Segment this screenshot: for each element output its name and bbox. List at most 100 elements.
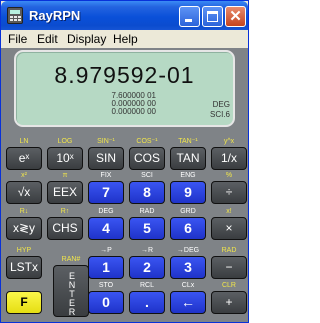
- keycap[interactable]: TAN: [170, 147, 206, 170]
- key-shift-label: SCI: [141, 172, 153, 179]
- keycap[interactable]: 1: [88, 256, 124, 279]
- key-shift-label: ENG: [180, 172, 196, 179]
- keycap[interactable]: ×: [211, 217, 247, 240]
- key-shift-label: →R: [140, 247, 154, 254]
- minimize-button[interactable]: [179, 6, 200, 27]
- key-12[interactable]: R↓ x≷y: [5, 207, 43, 241]
- key-3[interactable]: COS⁻¹ COS: [128, 137, 166, 171]
- keycap[interactable]: 2: [129, 256, 165, 279]
- key-5[interactable]: y^x 1/x: [210, 137, 248, 171]
- key-4[interactable]: TAN⁻¹ TAN: [169, 137, 207, 171]
- title-bar[interactable]: RayRPN ✕: [1, 1, 248, 30]
- keycap[interactable]: 5: [129, 217, 165, 240]
- key-shift-label: LN: [19, 138, 29, 145]
- enter-key[interactable]: RAN# ENTER: [52, 255, 90, 318]
- key-18[interactable]: HYP LSTx: [5, 246, 43, 280]
- key-17[interactable]: x! ×: [210, 207, 248, 241]
- keycap[interactable]: 3: [170, 256, 206, 279]
- format-mode: SCI.6: [209, 110, 230, 119]
- maximize-icon: [207, 11, 218, 22]
- keycap[interactable]: −: [211, 256, 247, 279]
- key-13[interactable]: R↑ CHS: [46, 207, 84, 241]
- key-20[interactable]: →R 2: [128, 246, 166, 280]
- maximize-button[interactable]: [202, 6, 223, 27]
- key-shift-label: y^x: [223, 138, 235, 145]
- key-shift-label: CLx: [181, 282, 195, 289]
- menu-display[interactable]: Display: [67, 32, 106, 46]
- key-shift-label: GRD: [180, 208, 196, 215]
- key-0[interactable]: LN eˣ: [5, 137, 43, 171]
- keycap[interactable]: COS: [129, 147, 165, 170]
- key-shift-label: TAN⁻¹: [178, 138, 198, 145]
- keycap[interactable]: F: [6, 291, 42, 314]
- key-shift-label: %: [225, 172, 233, 179]
- key-24[interactable]: STO 0: [87, 281, 125, 315]
- keycap[interactable]: 9: [170, 181, 206, 204]
- keycap[interactable]: .: [129, 291, 165, 314]
- enter-shift-label: RAN#: [61, 256, 81, 263]
- keycap[interactable]: 8: [129, 181, 165, 204]
- key-15[interactable]: RAD 5: [128, 207, 166, 241]
- key-shift-label: [5, 281, 43, 291]
- keycap[interactable]: CHS: [47, 217, 83, 240]
- keycap[interactable]: LSTx: [6, 256, 42, 279]
- close-icon: ✕: [229, 8, 242, 25]
- stack-registers: 7.600000 01 0.000000 00 0.000000 00: [56, 92, 157, 116]
- app-window: RayRPN ✕ File Edit Display Help 8.979592…: [0, 0, 249, 323]
- key-27[interactable]: CLR +: [210, 281, 248, 315]
- key-shift-label: COS⁻¹: [136, 138, 158, 145]
- key-shift-label: x!: [226, 208, 232, 215]
- key-22[interactable]: RAD −: [210, 246, 248, 280]
- key-9[interactable]: SCI 8: [128, 171, 166, 205]
- key-21[interactable]: →DEG 3: [169, 246, 207, 280]
- key-14[interactable]: DEG 4: [87, 207, 125, 241]
- key-shift-label: →P: [100, 247, 112, 254]
- mode-status: DEG SCI.6: [196, 100, 230, 120]
- calculator-app-icon[interactable]: [7, 7, 23, 24]
- key-11[interactable]: % ÷: [210, 171, 248, 205]
- key-shift-label: RAD: [139, 208, 155, 215]
- key-shift-label: CLR: [221, 282, 236, 289]
- keycap[interactable]: 6: [170, 217, 206, 240]
- key-shift-label: R↓: [19, 208, 29, 215]
- x-register-value: 8.979592-01: [54, 62, 195, 88]
- keycap[interactable]: 4: [88, 217, 124, 240]
- key-16[interactable]: GRD 6: [169, 207, 207, 241]
- key-10[interactable]: ENG 9: [169, 171, 207, 205]
- key-8[interactable]: FIX 7: [87, 171, 125, 205]
- key-6[interactable]: x² √x: [5, 171, 43, 205]
- key-1[interactable]: LOG 10ˣ: [46, 137, 84, 171]
- close-button[interactable]: ✕: [225, 6, 246, 27]
- keycap[interactable]: ÷: [211, 181, 247, 204]
- key-shift-label: RAD: [221, 247, 237, 254]
- key-shift-label: R↑: [60, 208, 70, 215]
- keycap[interactable]: 1/x: [211, 147, 247, 170]
- keycap[interactable]: ←: [170, 291, 206, 314]
- menu-file[interactable]: File: [8, 32, 27, 46]
- keycap[interactable]: √x: [6, 181, 42, 204]
- key-shift-label: HYP: [16, 247, 32, 254]
- window-title: RayRPN: [29, 8, 81, 23]
- keycap[interactable]: EEX: [47, 181, 83, 204]
- keycap[interactable]: x≷y: [6, 217, 42, 240]
- keycap[interactable]: eˣ: [6, 147, 42, 170]
- key-shift-label: RCL: [139, 282, 154, 289]
- key-19[interactable]: →P 1: [87, 246, 125, 280]
- keycap[interactable]: 0: [88, 291, 124, 314]
- key-2[interactable]: SIN⁻¹ SIN: [87, 137, 125, 171]
- keycap[interactable]: 10ˣ: [47, 147, 83, 170]
- key-7[interactable]: π EEX: [46, 171, 84, 205]
- key-23[interactable]: F: [5, 281, 43, 315]
- key-25[interactable]: RCL.: [128, 281, 166, 315]
- keycap[interactable]: SIN: [88, 147, 124, 170]
- minimize-icon: [185, 19, 192, 22]
- key-shift-label: FIX: [100, 172, 112, 179]
- key-26[interactable]: CLx ←: [169, 281, 207, 315]
- menu-edit[interactable]: Edit: [37, 32, 58, 46]
- key-shift-label: STO: [98, 282, 114, 289]
- enter-keycap[interactable]: ENTER: [53, 265, 89, 317]
- keycap[interactable]: +: [211, 291, 247, 314]
- keycap[interactable]: 7: [88, 181, 124, 204]
- menu-help[interactable]: Help: [113, 32, 138, 46]
- angle-mode: DEG: [212, 100, 230, 109]
